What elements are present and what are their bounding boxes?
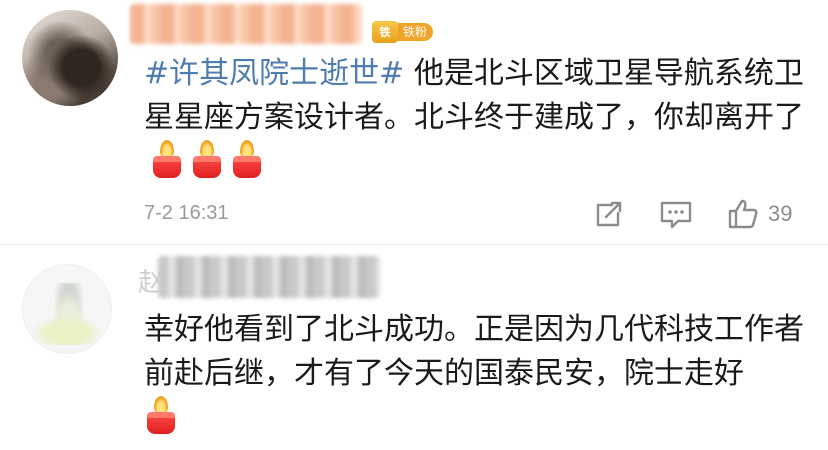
share-button[interactable]	[592, 196, 626, 232]
emoji-group	[144, 396, 178, 436]
comment-text: 幸好他看到了北斗成功。正是因为几代科技工作者前赴后继，才有了今天的国泰民安，院士…	[144, 308, 804, 441]
username-blurred[interactable]	[158, 256, 380, 298]
candle-emoji	[190, 140, 224, 180]
avatar[interactable]	[22, 10, 118, 106]
comment-item: 赵 幸好他看到了北斗成功。正是因为几代科技工作者前赴后继，才有了今天的国泰民安，…	[0, 244, 828, 450]
like-button[interactable]: 39	[726, 196, 792, 232]
share-icon	[596, 201, 622, 227]
comment-text: #许其凤院士逝世# 他是北斗区域卫星导航系统卫星星座方案设计者。北斗终于建成了，…	[144, 52, 804, 185]
like-count: 39	[768, 201, 793, 226]
comment-body: 幸好他看到了北斗成功。正是因为几代科技工作者前赴后继，才有了今天的国泰民安，院士…	[144, 312, 804, 391]
avatar[interactable]	[22, 264, 112, 354]
fan-badge-label: 铁粉	[395, 23, 434, 41]
emoji-group	[150, 140, 264, 180]
comment-time: 7-2 16:31	[144, 202, 229, 224]
candle-emoji	[144, 396, 178, 436]
candle-emoji	[230, 140, 264, 180]
reply-button[interactable]	[658, 196, 694, 232]
fan-badge-icon: 铁	[372, 21, 398, 43]
topic-link[interactable]: #许其凤院士逝世#	[144, 56, 404, 91]
candle-emoji	[150, 140, 184, 180]
comment-icon	[660, 201, 692, 229]
fan-badge[interactable]: 铁 铁粉	[372, 21, 434, 43]
username-blurred[interactable]	[130, 4, 362, 44]
comment-item: 铁 铁粉 #许其凤院士逝世# 他是北斗区域卫星导航系统卫星星座方案设计者。北斗终…	[0, 0, 828, 244]
comment-actions: 39	[592, 196, 812, 232]
like-icon	[728, 199, 758, 229]
